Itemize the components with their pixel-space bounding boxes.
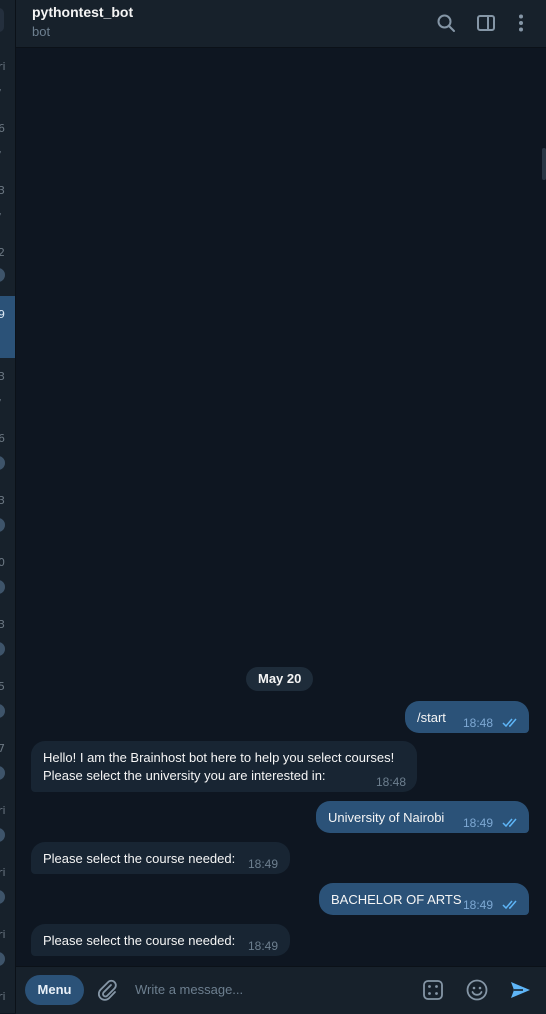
chat-list-time: ri	[0, 990, 6, 1003]
chat-list-preview: ,	[0, 82, 2, 92]
chat-list-item-active[interactable]: 9	[0, 296, 15, 358]
chat-list-item[interactable]: 3	[0, 492, 15, 554]
chat-list-time: ri	[0, 60, 6, 73]
incoming-message[interactable]: Hello! I am the Brainhost bot here to he…	[31, 741, 417, 792]
message-text: University of Nairobi	[328, 810, 445, 825]
chat-list-item[interactable]: 7	[0, 740, 15, 802]
chat-list-item[interactable]: ri	[0, 988, 15, 1013]
chat-subtitle: bot	[32, 24, 51, 39]
chat-list-time: 3	[0, 618, 5, 631]
chat-list-item[interactable]: ri	[0, 802, 15, 864]
chat-list-item[interactable]: 5	[0, 678, 15, 740]
emoji-icon[interactable]	[465, 978, 489, 1002]
double-check-icon	[502, 715, 520, 733]
outgoing-message[interactable]: BACHELOR OF ARTS 18:49	[319, 883, 529, 915]
outgoing-message[interactable]: /start 18:48	[405, 701, 529, 733]
menu-button[interactable]: Menu	[25, 975, 84, 1005]
message-time: 18:49	[463, 816, 494, 830]
more-options-icon[interactable]	[510, 12, 532, 34]
unread-badge	[0, 642, 5, 656]
unread-badge	[0, 828, 5, 842]
chat-list-time: 6	[0, 122, 5, 135]
chat-list-time: 7	[0, 742, 5, 755]
message-time: 18:49	[248, 939, 279, 953]
chat-list-time: ri	[0, 928, 6, 941]
search-icon[interactable]	[435, 12, 457, 34]
message-time: 18:48	[376, 775, 407, 789]
send-icon[interactable]	[508, 978, 532, 1002]
chat-list-preview: ,	[0, 392, 2, 402]
chat-title[interactable]: pythontest_bot	[32, 4, 133, 20]
chat-list-preview: ,	[0, 206, 2, 216]
chat-list-time: 3	[0, 184, 5, 197]
unread-badge	[0, 580, 5, 594]
chat-list-item[interactable]: 3,	[0, 368, 15, 430]
unread-badge	[0, 704, 5, 718]
double-check-icon	[502, 897, 520, 915]
chat-list-time: 9	[0, 308, 5, 321]
message-text: /start	[417, 710, 446, 725]
message-composer: Menu Write a message...	[16, 966, 546, 1014]
chat-list-item[interactable]: 0	[0, 554, 15, 616]
chat-list-item[interactable]: 3	[0, 616, 15, 678]
chat-list-preview: ,	[0, 144, 2, 154]
chat-list-time: ri	[0, 804, 6, 817]
message-time: 18:49	[463, 898, 494, 912]
chat-list-item[interactable]: ri	[0, 926, 15, 988]
message-time: 18:48	[463, 716, 494, 730]
chat-list-time: 3	[0, 494, 5, 507]
chat-list-item[interactable]: 3,	[0, 182, 15, 244]
unread-badge	[0, 766, 5, 780]
unread-badge	[0, 952, 5, 966]
unread-badge	[0, 518, 5, 532]
unread-badge	[0, 890, 5, 904]
attach-icon[interactable]	[95, 978, 119, 1002]
incoming-message[interactable]: Please select the course needed: 18:49	[31, 842, 290, 874]
chat-header: pythontest_bot bot	[16, 0, 546, 48]
sidebar-toggle-icon[interactable]	[475, 12, 497, 34]
message-text: Please select the course needed:	[43, 933, 236, 948]
chat-list-sidebar: ri, 6, 3, 2 9 3, 6 3 0 3 5 7 ri ri ri ri	[0, 0, 16, 1013]
unread-badge	[0, 268, 5, 282]
chat-list-time: 2	[0, 246, 5, 259]
double-check-icon	[502, 815, 520, 833]
incoming-message[interactable]: Please select the course needed: 18:49	[31, 924, 290, 956]
chat-list-time: ri	[0, 866, 6, 879]
message-text: Hello! I am the Brainhost bot here to he…	[43, 750, 395, 783]
chat-list-time: 5	[0, 680, 5, 693]
message-text: Please select the course needed:	[43, 851, 236, 866]
message-input[interactable]: Write a message...	[135, 982, 243, 997]
message-text: BACHELOR OF ARTS	[331, 892, 462, 907]
chat-list-time: 0	[0, 556, 5, 569]
chat-list-item[interactable]: ri	[0, 864, 15, 926]
unread-badge	[0, 456, 5, 470]
chat-list-item[interactable]: 6,	[0, 120, 15, 182]
date-separator: May 20	[246, 667, 314, 691]
bot-commands-icon[interactable]	[421, 978, 445, 1002]
chat-scrollbar[interactable]	[542, 148, 546, 180]
chat-list-time: 3	[0, 370, 5, 383]
sidebar-search-stub[interactable]	[0, 8, 4, 32]
chat-list-item[interactable]: ri,	[0, 58, 15, 120]
message-time: 18:49	[248, 857, 279, 871]
outgoing-message[interactable]: University of Nairobi 18:49	[316, 801, 529, 833]
chat-list-item[interactable]: 6	[0, 430, 15, 492]
chat-list-time: 6	[0, 432, 5, 445]
